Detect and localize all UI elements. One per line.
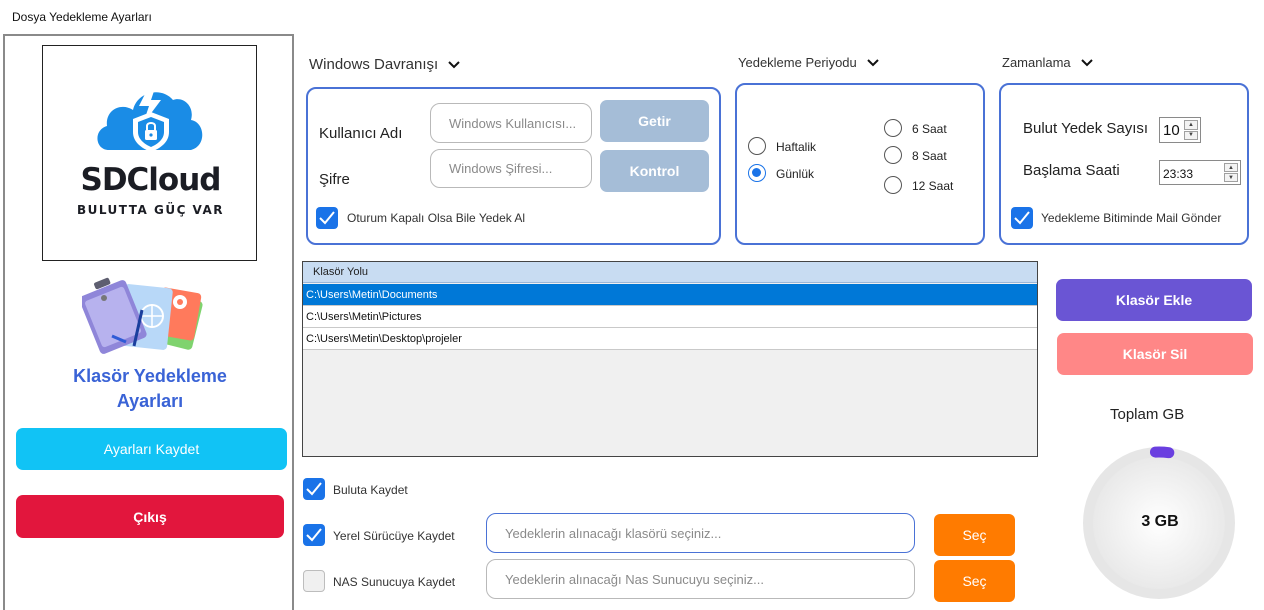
- radio-6h[interactable]: [884, 119, 902, 137]
- local-folder-input[interactable]: Yedeklerin alınacağı klasörü seçiniz...: [486, 513, 915, 553]
- radio-8h[interactable]: [884, 146, 902, 164]
- period-header[interactable]: Yedekleme Periyodu: [738, 55, 879, 70]
- local-save-label: Yerel Sürücüye Kaydet: [333, 529, 455, 543]
- radio-8h-label: 8 Saat: [912, 149, 947, 163]
- radio-6h-label: 6 Saat: [912, 122, 947, 136]
- spin-up-icon[interactable]: ▲: [1224, 163, 1238, 172]
- password-input[interactable]: Windows Şifresi...: [430, 149, 592, 188]
- cloud-count-label: Bulut Yedek Sayısı: [1023, 120, 1149, 137]
- username-input[interactable]: Windows Kullanıcısı...: [430, 103, 592, 143]
- cloud-save-checkbox[interactable]: [303, 478, 325, 500]
- storage-title: Toplam GB: [1110, 406, 1185, 423]
- radio-daily-label: Günlük: [776, 167, 815, 181]
- logoff-label: Oturum Kapalı Olsa Bile Yedek Al: [347, 211, 526, 225]
- save-settings-button[interactable]: Ayarları Kaydet: [16, 428, 287, 470]
- nas-save-checkbox[interactable]: [303, 570, 325, 592]
- spin-down-icon[interactable]: ▼: [1224, 173, 1238, 182]
- title-bar: Dosya Yedekleme Ayarları: [0, 0, 1264, 32]
- brand-name: SDCloud: [80, 162, 222, 198]
- table-row[interactable]: C:\Users\Metin\Documents: [303, 284, 1037, 306]
- period-header-label: Yedekleme Periyodu: [738, 55, 857, 70]
- logo-box: SDCloud BULUTTA GÜÇ VAR: [42, 45, 257, 261]
- cloud-count-spinner[interactable]: 10 ▲ ▼: [1159, 117, 1201, 143]
- table-row[interactable]: C:\Users\Metin\Pictures: [303, 306, 1037, 328]
- window-title: Dosya Yedekleme Ayarları: [12, 10, 152, 24]
- brand-tagline: BULUTTA GÜÇ VAR: [76, 203, 225, 217]
- radio-12h[interactable]: [884, 176, 902, 194]
- cloud-count-value: 10: [1163, 122, 1180, 139]
- select-local-button[interactable]: Seç: [934, 514, 1015, 556]
- add-folder-button[interactable]: Klasör Ekle: [1056, 279, 1252, 321]
- storage-value: 3 GB: [1141, 513, 1179, 530]
- left-title: Klasör Yedekleme Ayarları: [73, 366, 227, 411]
- gauge-fill-arc: [1149, 446, 1175, 459]
- table-row[interactable]: C:\Users\Metin\Desktop\projeler: [303, 328, 1037, 350]
- check-icon: [1014, 211, 1030, 225]
- folder-path-column-header[interactable]: Klasör Yolu: [303, 262, 1037, 283]
- spin-down-icon[interactable]: ▼: [1184, 130, 1198, 140]
- check-icon: [306, 528, 322, 542]
- nas-server-input[interactable]: Yedeklerin alınacağı Nas Sunucuyu seçini…: [486, 559, 915, 599]
- chevron-down-icon: [448, 60, 460, 68]
- folder-list[interactable]: Klasör Yolu C:\Users\Metin\Documents C:\…: [302, 261, 1038, 457]
- documents-illustration-icon: [82, 277, 203, 354]
- radio-weekly[interactable]: [748, 137, 766, 155]
- windows-header[interactable]: Windows Davranışı: [309, 56, 460, 73]
- remove-folder-button[interactable]: Klasör Sil: [1057, 333, 1253, 375]
- logoff-checkbox[interactable]: [316, 207, 338, 229]
- period-group: [735, 83, 985, 245]
- start-time-picker[interactable]: 23:33 ▲ ▼: [1159, 160, 1241, 185]
- schedule-header-label: Zamanlama: [1002, 55, 1071, 70]
- check-icon: [306, 482, 322, 496]
- check-icon: [319, 211, 335, 225]
- windows-header-label: Windows Davranışı: [309, 56, 439, 73]
- spin-up-icon[interactable]: ▲: [1184, 120, 1198, 130]
- check-button[interactable]: Kontrol: [600, 150, 709, 192]
- username-label: Kullanıcı Adı: [319, 125, 403, 142]
- radio-12h-label: 12 Saat: [912, 179, 954, 193]
- radio-weekly-label: Haftalik: [776, 140, 817, 154]
- exit-button[interactable]: Çıkış: [16, 495, 284, 538]
- cloud-lock-icon: [97, 82, 203, 152]
- cloud-save-label: Buluta Kaydet: [333, 483, 408, 497]
- chevron-down-icon: [1080, 58, 1093, 66]
- chevron-down-icon: [867, 58, 879, 66]
- local-save-checkbox[interactable]: [303, 524, 325, 546]
- mail-label: Yedekleme Bitiminde Mail Gönder: [1041, 211, 1222, 225]
- start-time-value: 23:33: [1163, 167, 1194, 181]
- schedule-header[interactable]: Zamanlama: [1002, 55, 1093, 70]
- start-time-label: Başlama Saati: [1023, 162, 1120, 179]
- password-label: Şifre: [319, 171, 350, 188]
- select-nas-button[interactable]: Seç: [934, 560, 1015, 602]
- fetch-button[interactable]: Getir: [600, 100, 709, 142]
- radio-daily[interactable]: [748, 164, 766, 182]
- nas-save-label: NAS Sunucuya Kaydet: [333, 575, 456, 589]
- mail-checkbox[interactable]: [1011, 207, 1033, 229]
